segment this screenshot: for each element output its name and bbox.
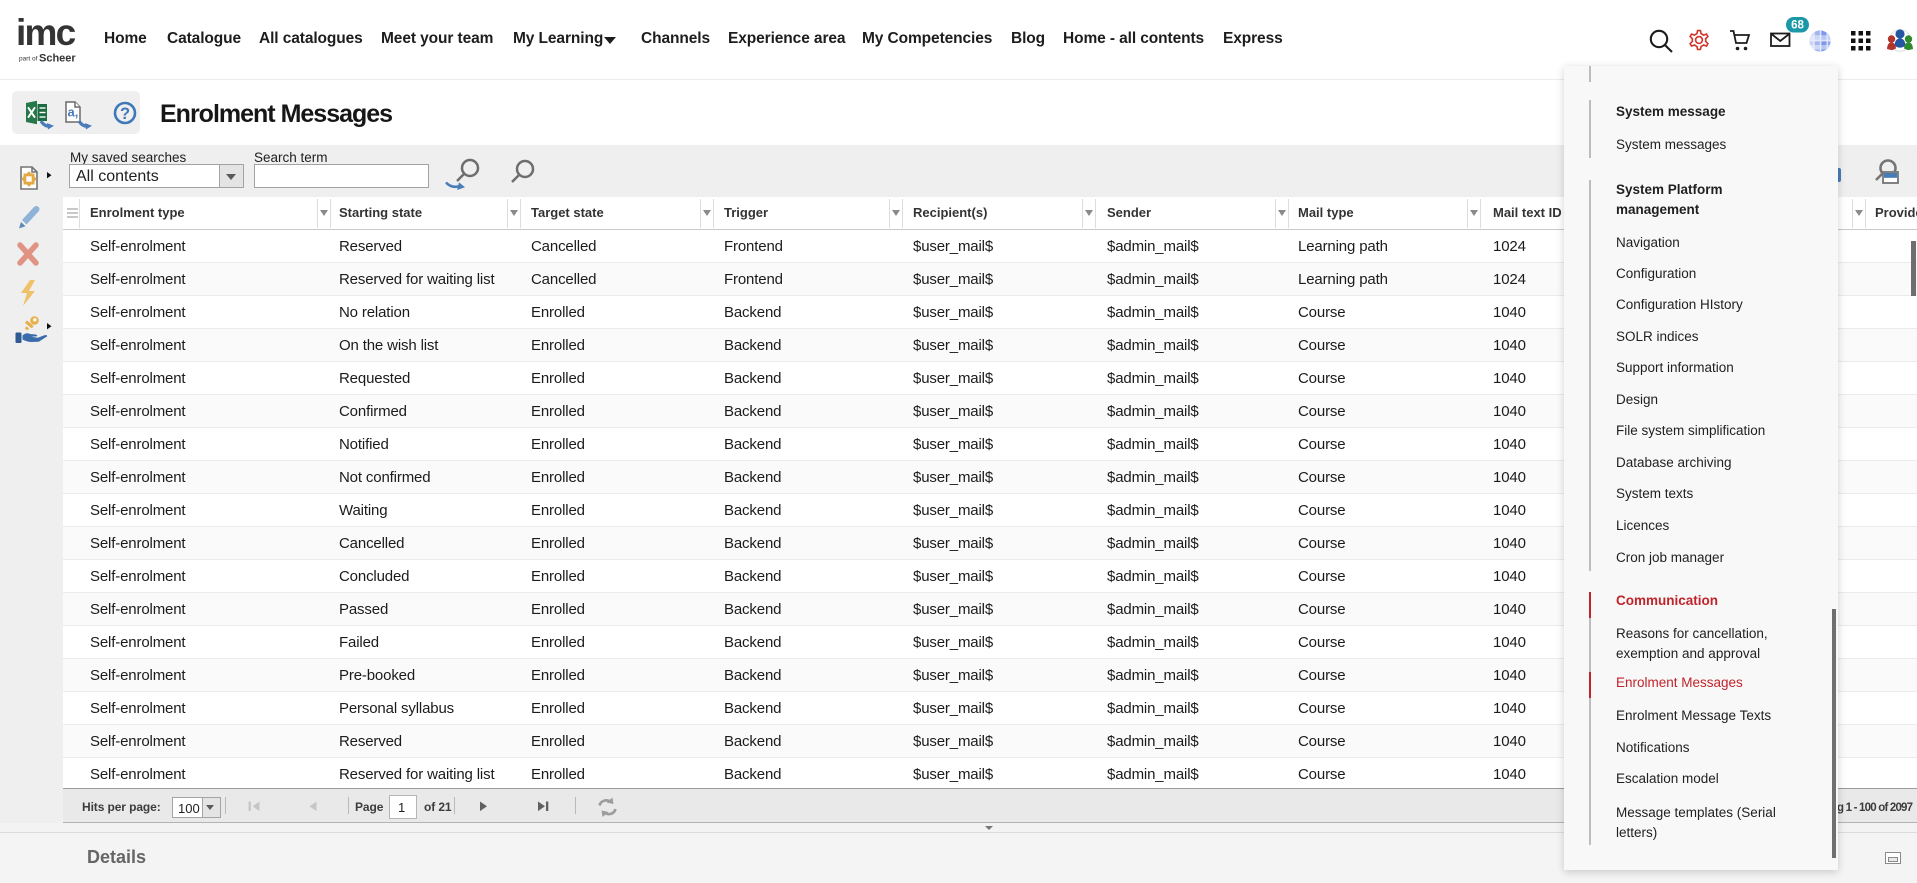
svg-text:part of: part of <box>19 56 38 63</box>
svg-text:a,: a, <box>68 105 79 120</box>
svg-text:68: 68 <box>1791 20 1804 32</box>
svg-text:Scheer: Scheer <box>39 53 76 65</box>
svg-text:imc: imc <box>16 12 76 53</box>
svg-text:?: ? <box>120 105 130 123</box>
